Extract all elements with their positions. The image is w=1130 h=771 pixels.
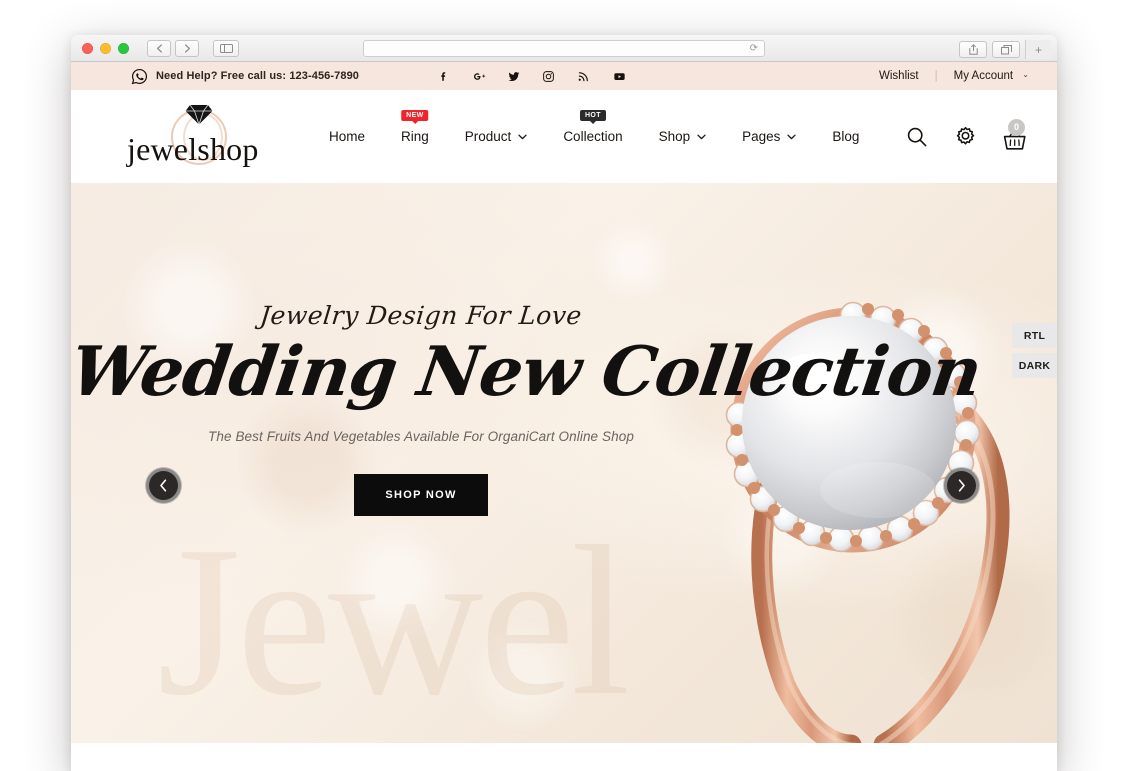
hero-subtitle: The Best Fruits And Vegetables Available…: [208, 429, 634, 445]
help-text: Need Help? Free call us: 123-456-7890: [156, 70, 360, 82]
browser-chrome-bar: ⟳ +: [71, 35, 1057, 62]
topbar-right: Wishlist | My Account ⌄: [879, 70, 1029, 82]
chevron-down-icon: [518, 134, 527, 139]
back-button[interactable]: [147, 39, 171, 57]
sidebar-icon: [219, 43, 233, 53]
social-links: [437, 70, 625, 83]
social-link-facebook[interactable]: [437, 70, 450, 83]
social-link-instagram[interactable]: [542, 70, 555, 83]
carousel-next-button[interactable]: [944, 468, 979, 503]
search-icon: [907, 127, 927, 146]
header-actions: 0: [905, 118, 1029, 153]
google-plus-icon: [474, 72, 486, 80]
window-controls: [82, 42, 129, 54]
logo-text: jewelshop: [127, 130, 259, 167]
cart-count-badge: 0: [1008, 118, 1025, 136]
minimize-window-button[interactable]: [100, 42, 111, 54]
gear-icon: [956, 126, 975, 145]
nav-label: Product: [464, 129, 512, 144]
nav-item-blog[interactable]: Blog: [832, 129, 859, 144]
settings-button[interactable]: [953, 125, 977, 149]
twitter-icon: [508, 71, 520, 81]
close-window-button[interactable]: [82, 42, 93, 54]
hero-title: Wedding New Collection: [71, 332, 986, 412]
maximize-window-button[interactable]: [118, 42, 129, 54]
social-link-youtube[interactable]: [612, 70, 625, 83]
chevron-down-icon: ⌄: [1022, 70, 1029, 79]
chevron-down-icon: [697, 134, 706, 139]
forward-button[interactable]: [175, 39, 199, 57]
nav-label: Blog: [832, 129, 860, 144]
site-header: jewelshop Home NEW Ring Product HOT Coll…: [71, 90, 1057, 183]
chevron-left-icon: [156, 43, 162, 53]
browser-nav-buttons: [147, 39, 199, 57]
diamond-icon: [185, 104, 213, 126]
share-button[interactable]: [959, 41, 987, 58]
hero-watermark-text: Jewel: [157, 501, 631, 740]
chevron-down-icon: [787, 134, 797, 139]
my-account-label: My Account: [953, 70, 1014, 82]
shop-now-button[interactable]: SHOP NOW: [354, 474, 488, 517]
dark-toggle-button[interactable]: DARK: [1012, 353, 1057, 378]
wishlist-link[interactable]: Wishlist: [879, 70, 919, 82]
facebook-icon: [441, 71, 446, 81]
badge-hot: HOT: [579, 110, 606, 121]
rss-icon: [578, 71, 588, 81]
hero-eyebrow: Jewelry Design For Love: [258, 301, 584, 330]
rtl-toggle-button[interactable]: RTL: [1012, 323, 1057, 348]
nav-item-home[interactable]: Home: [329, 129, 365, 144]
social-link-google-plus[interactable]: [472, 70, 486, 83]
new-tab-button[interactable]: +: [1025, 40, 1051, 59]
nav-item-product[interactable]: Product: [465, 129, 528, 144]
my-account-menu[interactable]: My Account ⌄: [954, 70, 1029, 82]
topbar-separator: |: [934, 70, 938, 82]
carousel-prev-button[interactable]: [146, 468, 181, 503]
reload-icon[interactable]: ⟳: [750, 43, 758, 54]
nav-item-collection[interactable]: HOT Collection: [563, 110, 623, 144]
social-link-twitter[interactable]: [507, 70, 520, 83]
share-icon: [968, 44, 978, 55]
below-fold-section: [71, 743, 1057, 771]
badge-new: NEW: [401, 110, 429, 121]
chevron-left-icon: [160, 479, 167, 492]
nav-item-shop[interactable]: Shop: [659, 129, 707, 144]
show-tabs-button[interactable]: [992, 41, 1020, 58]
cart-button[interactable]: 0: [1001, 118, 1029, 153]
chevron-right-icon: [184, 43, 190, 53]
search-button[interactable]: [905, 125, 929, 149]
social-link-rss[interactable]: [577, 70, 590, 83]
nav-label: Shop: [658, 129, 691, 144]
nav-item-ring[interactable]: NEW Ring: [401, 110, 429, 144]
theme-switcher: RTL DARK: [1012, 323, 1057, 383]
browser-window: ⟳ + Need Help? Free call us: 123-456-789…: [71, 35, 1057, 771]
site-topbar: Need Help? Free call us: 123-456-7890 Wi…: [71, 62, 1057, 90]
instagram-icon: [543, 70, 554, 82]
nav-label: Ring: [401, 129, 429, 144]
address-bar[interactable]: ⟳: [363, 40, 765, 57]
chevron-right-icon: [958, 479, 965, 492]
nav-label: Collection: [563, 129, 623, 144]
nav-label: Home: [329, 129, 366, 144]
page-root: ⟳ + Need Help? Free call us: 123-456-789…: [0, 0, 1130, 771]
youtube-icon: [614, 72, 625, 80]
main-navigation: Home NEW Ring Product HOT Collection Sho…: [329, 110, 859, 144]
whatsapp-icon[interactable]: [131, 68, 148, 85]
sidebar-toggle-button[interactable]: [213, 39, 239, 57]
tabs-icon: [1000, 44, 1012, 54]
nav-item-pages[interactable]: Pages: [742, 129, 797, 144]
hero-slider: Jewel Jewelry Design For Love Wedding Ne…: [71, 183, 1057, 743]
nav-label: Pages: [742, 129, 781, 144]
browser-toolbar-right: +: [959, 40, 1051, 59]
site-logo[interactable]: jewelshop: [127, 102, 267, 172]
help-block: Need Help? Free call us: 123-456-7890: [131, 68, 359, 85]
